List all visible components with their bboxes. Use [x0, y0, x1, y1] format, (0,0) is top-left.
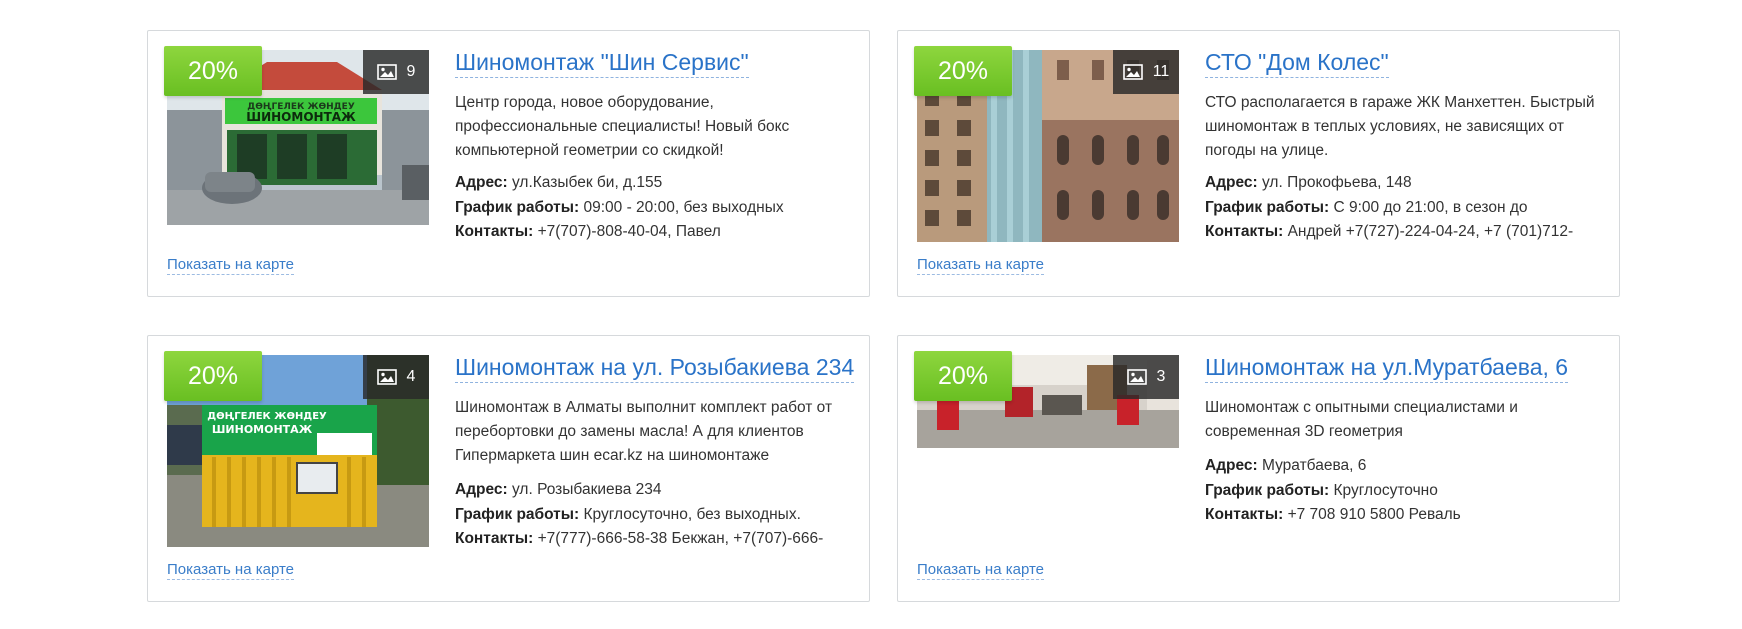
address-label: Адрес:	[455, 174, 508, 191]
photo-count-badge[interactable]: 9	[363, 50, 429, 94]
address-label: Адрес:	[1205, 457, 1258, 474]
hours-label: График работы:	[1205, 198, 1330, 216]
service-card: ДӨҢГЕЛЕК ЖӨНДЕУ ШИНОМОНТАЖ 20% 9 Шиномон…	[147, 30, 870, 297]
hours-value: Круглосуточно, без выходных.	[583, 505, 801, 523]
address-label: Адрес:	[1205, 174, 1258, 191]
service-description: Центр города, новое оборудование, профес…	[455, 94, 790, 159]
contacts-label: Контакты:	[455, 530, 534, 547]
hours-label: График работы:	[455, 505, 580, 523]
image-icon	[376, 64, 397, 80]
service-card: 20% 3 Шиномонтаж на ул.Муратбаева, 6 Шин…	[897, 335, 1620, 602]
service-title[interactable]: Шиномонтаж "Шин Сервис"	[455, 47, 749, 78]
show-on-map-link[interactable]: Показать на карте	[917, 560, 1045, 580]
service-title[interactable]: Шиномонтаж на ул.Муратбаева, 6	[1205, 352, 1569, 383]
hours-value: 09:00 - 20:00, без выходных	[583, 198, 784, 216]
contacts-label: Контакты:	[1205, 223, 1284, 240]
service-info: Адрес: Муратбаева, 6 График работы: Круг…	[1205, 454, 1605, 528]
service-title[interactable]: Шиномонтаж на ул. Розыбакиева 234	[455, 352, 855, 383]
hours-value: С 9:00 до 21:00, в сезон до	[1333, 198, 1528, 216]
service-description: СТО располагается в гараже ЖК Манхеттен.…	[1205, 94, 1595, 159]
photo-sign-text: ДӨҢГЕЛЕК ЖӨНДЕУ	[207, 411, 327, 422]
photo-count: 4	[406, 368, 416, 385]
hours-label: График работы:	[1205, 481, 1330, 499]
service-info: Адрес: ул.Казыбек би, д.155 График работ…	[455, 171, 855, 245]
show-on-map-link[interactable]: Показать на карте	[917, 255, 1045, 275]
contacts-value: +7 708 910 5800 Реваль	[1287, 506, 1461, 523]
image-icon	[1122, 64, 1143, 80]
photo-count: 9	[406, 63, 416, 80]
photo-count-badge[interactable]: 4	[363, 355, 429, 399]
service-info: Адрес: ул. Розыбакиева 234 График работы…	[455, 478, 855, 552]
discount-badge: 20%	[914, 351, 1012, 401]
service-description: Шиномонтаж в Алматы выполнит комплект ра…	[455, 399, 833, 464]
photo-count: 11	[1152, 63, 1170, 80]
photo-sign-text: ШИНОМОНТАЖ	[212, 423, 313, 436]
contacts-label: Контакты:	[1205, 506, 1284, 523]
hours-label: График работы:	[455, 198, 580, 216]
contacts-label: Контакты:	[455, 223, 534, 240]
photo-count: 3	[1156, 368, 1166, 385]
contacts-value: +7(777)-666-58-38 Бекжан, +7(707)-666-	[537, 530, 824, 547]
service-title[interactable]: СТО "Дом Колес"	[1205, 47, 1389, 78]
hours-value: Круглосуточно	[1333, 481, 1438, 499]
image-icon	[1126, 369, 1147, 385]
image-icon	[376, 369, 397, 385]
discount-badge: 20%	[914, 46, 1012, 96]
photo-count-badge[interactable]: 3	[1113, 355, 1179, 399]
address-value: ул.Казыбек би, д.155	[512, 174, 663, 191]
service-info: Адрес: ул. Прокофьева, 148 График работы…	[1205, 171, 1605, 245]
contacts-value: +7(707)-808-40-04, Павел	[537, 223, 721, 240]
service-description: Шиномонтаж с опытными специалистами и со…	[1205, 399, 1518, 440]
address-value: ул. Розыбакиева 234	[512, 481, 662, 498]
photo-count-badge[interactable]: 11	[1113, 50, 1179, 94]
service-card: ДӨҢГЕЛЕК ЖӨНДЕУ ШИНОМОНТАЖ 20% 4 Шиномон…	[147, 335, 870, 602]
address-value: Муратбаева, 6	[1262, 457, 1367, 474]
show-on-map-link[interactable]: Показать на карте	[167, 560, 295, 580]
address-value: ул. Прокофьева, 148	[1262, 174, 1412, 191]
photo-sign-text: ШИНОМОНТАЖ	[246, 110, 356, 124]
discount-badge: 20%	[164, 46, 262, 96]
show-on-map-link[interactable]: Показать на карте	[167, 255, 295, 275]
discount-badge: 20%	[164, 351, 262, 401]
address-label: Адрес:	[455, 481, 508, 498]
service-card: 20% 11 СТО "Дом Колес" СТО располагается…	[897, 30, 1620, 297]
contacts-value: Андрей +7(727)-224-04-24, +7 (701)712-	[1287, 223, 1574, 240]
